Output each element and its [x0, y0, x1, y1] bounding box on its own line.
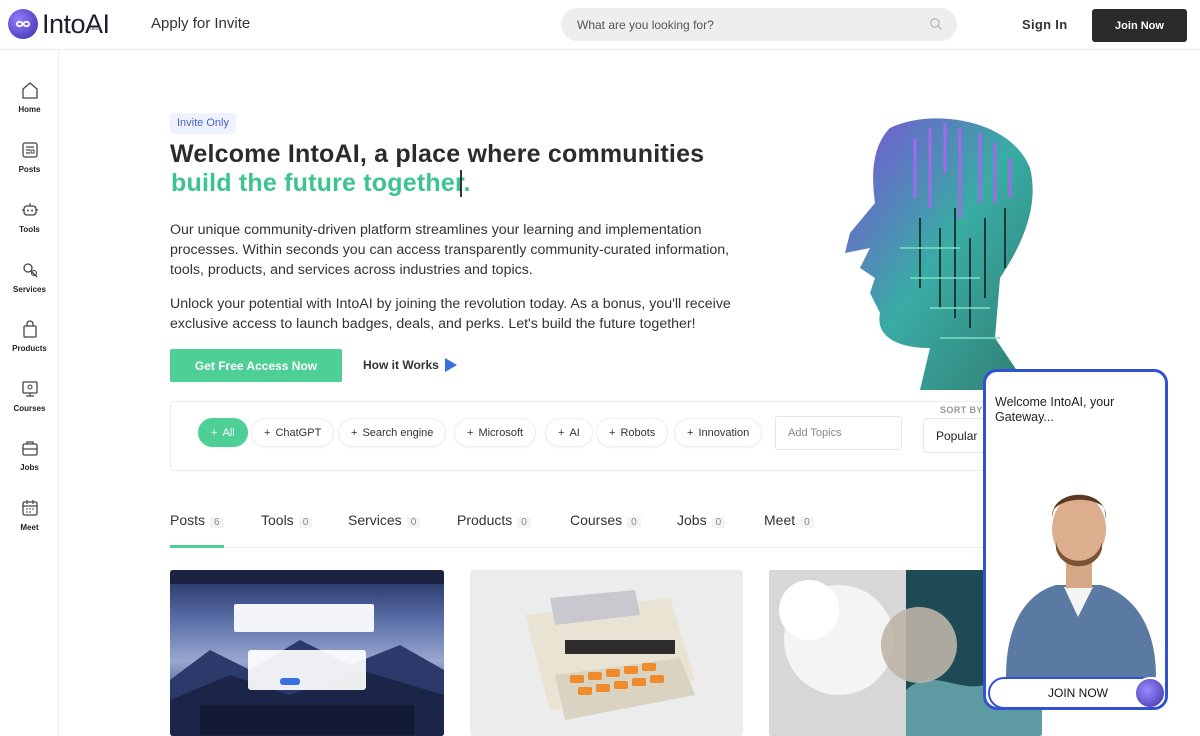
chip-label: Robots: [620, 426, 656, 439]
posts-icon: [21, 142, 38, 158]
tab-meet[interactable]: Meet 0: [764, 512, 814, 528]
chip-label: Microsoft: [478, 426, 524, 439]
how-it-works-label: How it Works: [363, 358, 439, 372]
sidebar: Home Posts Tools Services Products Cours…: [0, 50, 59, 736]
hero-title-highlight: build the future together.: [171, 169, 471, 197]
chip-label: Innovation: [698, 426, 750, 439]
sidebar-item-meet[interactable]: Meet: [0, 498, 59, 532]
logo-beta-label: beta: [90, 26, 100, 32]
ai-head-illustration: [845, 118, 1033, 390]
chip-label: ChatGPT: [275, 426, 322, 439]
how-it-works-link[interactable]: How it Works: [363, 357, 458, 373]
apply-for-invite-link[interactable]: Apply for Invite: [151, 15, 250, 32]
chip-robots[interactable]: + Robots: [596, 418, 669, 447]
sidebar-item-home[interactable]: Home: [0, 80, 59, 114]
search-bar[interactable]: [561, 8, 957, 41]
calendar-icon: [21, 500, 38, 516]
courses-icon: [21, 381, 38, 397]
chip-search-engine[interactable]: + Search engine: [338, 418, 447, 447]
briefcase-icon: [21, 441, 38, 456]
sign-in-link[interactable]: Sign In: [1022, 17, 1067, 32]
add-topics-input[interactable]: [788, 427, 898, 439]
tab-count: 0: [800, 517, 814, 528]
content-tabs: Posts 6 Tools 0 Services 0 Products 0 Course…: [170, 500, 1000, 548]
sort-by-label: SORT BY: [940, 405, 983, 415]
sidebar-item-label: Services: [13, 285, 46, 294]
tab-label: Meet: [764, 512, 796, 528]
tab-label: Jobs: [677, 512, 707, 528]
get-free-access-button[interactable]: Get Free Access Now: [170, 349, 342, 382]
tab-count: 0: [627, 517, 641, 528]
typing-caret: [460, 170, 462, 197]
post-card[interactable]: [470, 570, 743, 736]
intoai-logo-icon: [1134, 677, 1165, 707]
bag-icon: [22, 320, 37, 338]
post-thumbnail-image: [525, 590, 695, 720]
sidebar-item-label: Courses: [13, 404, 46, 413]
tab-jobs[interactable]: Jobs 0: [677, 512, 726, 528]
chip-label: All: [222, 426, 235, 439]
tab-posts[interactable]: Posts 6: [170, 512, 224, 528]
tab-label: Tools: [261, 512, 294, 528]
join-now-button[interactable]: Join Now: [1092, 9, 1187, 42]
tab-count: 6: [210, 517, 224, 528]
sidebar-item-tools[interactable]: Tools: [0, 200, 59, 234]
hero-title: Welcome IntoAI, a place where communitie…: [170, 140, 705, 168]
tab-count: 0: [711, 517, 726, 528]
sidebar-item-label: Jobs: [20, 463, 39, 472]
sidebar-item-label: Posts: [18, 165, 41, 174]
tab-label: Courses: [570, 512, 623, 528]
sidebar-item-courses[interactable]: Courses: [0, 379, 59, 413]
sidebar-item-label: Tools: [19, 225, 40, 234]
active-tab-indicator: [170, 545, 224, 548]
tab-products[interactable]: Products 0: [457, 512, 531, 528]
hero-paragraph-2: Unlock your potential with IntoAI by joi…: [170, 296, 731, 332]
invite-only-badge: Invite Only: [170, 113, 236, 134]
top-navbar: IntoAI beta Apply for Invite Sign In Joi…: [0, 0, 1200, 50]
chip-innovation[interactable]: + Innovation: [674, 418, 763, 447]
presenter-video-frame: [1006, 494, 1156, 677]
tab-label: Products: [457, 512, 513, 528]
chip-all[interactable]: + All: [198, 418, 248, 447]
chip-ai[interactable]: + AI: [545, 418, 593, 447]
hero-paragraph-1: Our unique community-driven platform str…: [170, 222, 730, 278]
tab-services[interactable]: Services 0: [348, 512, 421, 528]
sort-value: Popular: [936, 428, 978, 443]
post-thumbnail-image: [170, 570, 444, 736]
chip-label: AI: [569, 426, 580, 439]
tab-count: 0: [517, 517, 531, 528]
sidebar-item-products[interactable]: Products: [0, 319, 59, 353]
tab-tools[interactable]: Tools 0: [261, 512, 313, 528]
add-topics-field[interactable]: [775, 416, 902, 450]
home-icon: [21, 82, 38, 99]
sidebar-item-posts[interactable]: Posts: [0, 140, 59, 174]
intoai-logo[interactable]: IntoAI: [8, 9, 110, 39]
sidebar-item-jobs[interactable]: Jobs: [0, 438, 59, 472]
logo-text: IntoAI: [42, 9, 110, 39]
search-input[interactable]: [577, 17, 917, 32]
search-icon[interactable]: [929, 17, 943, 31]
tab-count: 0: [298, 517, 313, 528]
sidebar-item-label: Products: [12, 344, 47, 353]
services-icon: [22, 263, 37, 278]
logo-mark-icon: [8, 9, 38, 39]
tab-label: Posts: [170, 512, 206, 528]
chip-microsoft[interactable]: + Microsoft: [454, 418, 537, 447]
robot-icon: [21, 203, 38, 216]
play-icon: [444, 358, 457, 372]
chip-label: Search engine: [362, 426, 434, 439]
tab-label: Services: [348, 512, 402, 528]
sidebar-item-services[interactable]: Services: [0, 260, 59, 294]
tab-count: 0: [406, 517, 421, 528]
sidebar-item-label: Home: [18, 105, 41, 114]
video-title: Welcome IntoAI, your Gateway...: [995, 395, 1115, 424]
tab-courses[interactable]: Courses 0: [570, 512, 641, 528]
video-popup-widget[interactable]: Welcome IntoAI, your Gateway... JOIN NOW: [983, 369, 1168, 710]
sidebar-item-label: Meet: [20, 523, 39, 532]
post-card[interactable]: [170, 570, 444, 736]
chip-chatgpt[interactable]: + ChatGPT: [251, 418, 335, 447]
